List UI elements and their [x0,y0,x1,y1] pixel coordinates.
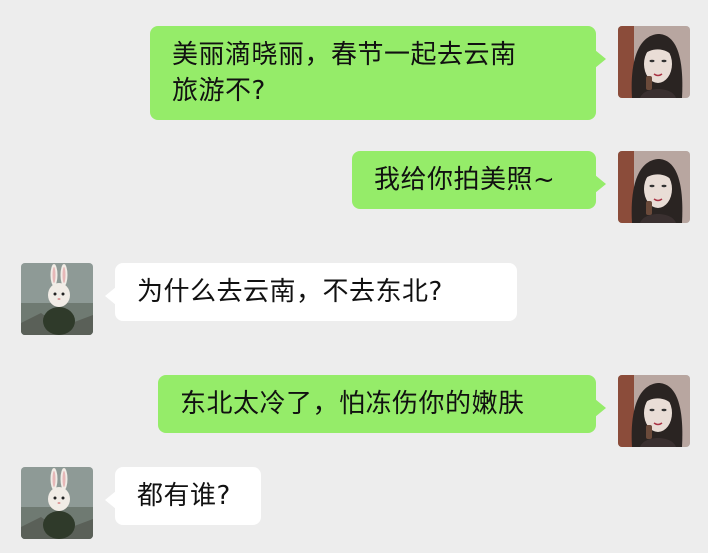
avatar-woman[interactable] [618,151,690,223]
avatar-woman-image [618,26,690,98]
message-bubble-outgoing[interactable]: 我给你拍美照~ [352,151,606,209]
avatar-rabbit-image [21,467,93,539]
avatar-woman-image [618,151,690,223]
avatar-woman-image [618,375,690,447]
avatar-woman[interactable] [618,26,690,98]
message-row: 东北太冷了，怕冻伤你的嫩肤 [158,375,690,447]
avatar-rabbit[interactable] [21,263,93,335]
message-row: 美丽滴晓丽，春节一起去云南 旅游不? [150,26,690,120]
chat-message-list: 美丽滴晓丽，春节一起去云南 旅游不? 我给你拍美照~ 为什么去云南，不去东北? … [0,0,708,553]
message-bubble-incoming[interactable]: 都有谁? [105,467,261,525]
avatar-woman[interactable] [618,375,690,447]
message-row: 为什么去云南，不去东北? [21,263,517,335]
message-row: 都有谁? [21,467,261,539]
message-bubble-outgoing[interactable]: 东北太冷了，怕冻伤你的嫩肤 [158,375,606,433]
avatar-rabbit-image [21,263,93,335]
message-bubble-outgoing[interactable]: 美丽滴晓丽，春节一起去云南 旅游不? [150,26,606,120]
message-bubble-incoming[interactable]: 为什么去云南，不去东北? [105,263,517,321]
avatar-rabbit[interactable] [21,467,93,539]
message-row: 我给你拍美照~ [352,151,690,223]
